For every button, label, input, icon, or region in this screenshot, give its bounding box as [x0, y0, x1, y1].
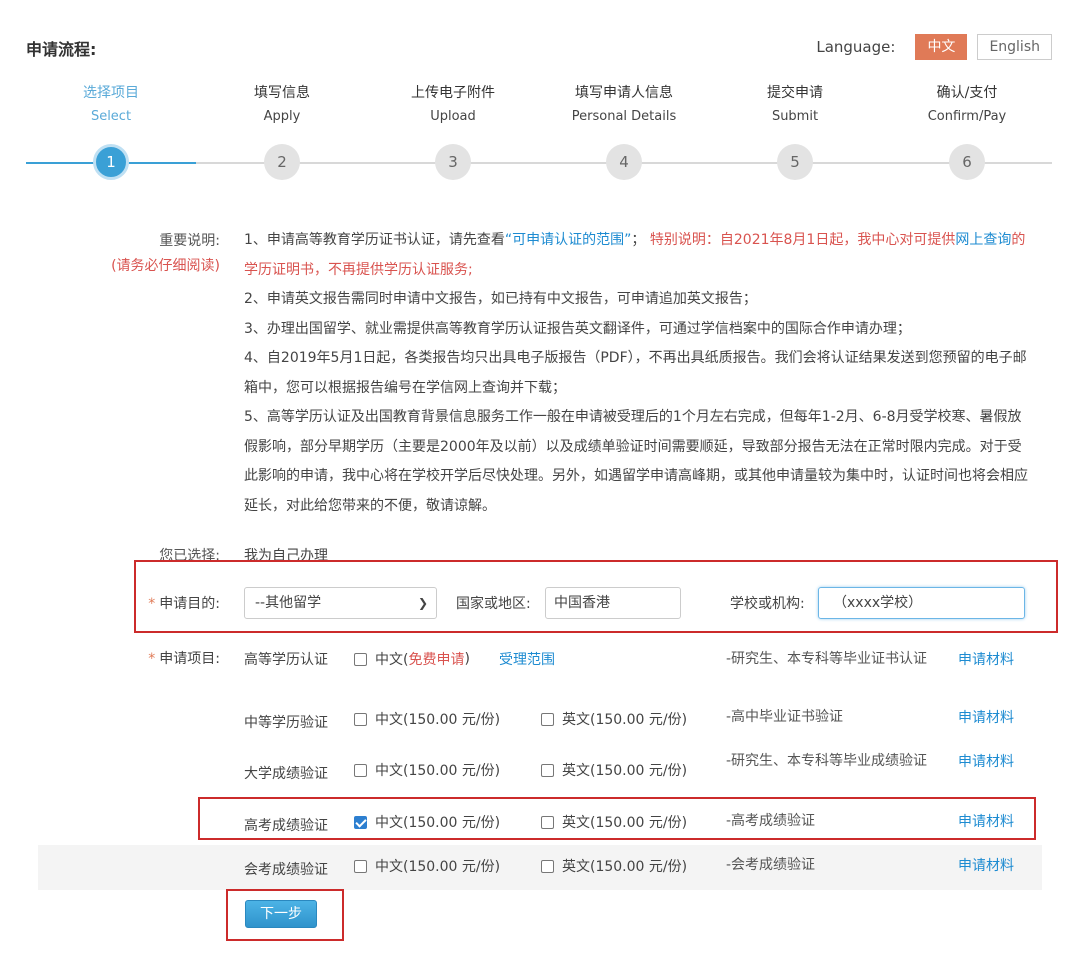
project-name: 中等学历验证: [244, 715, 328, 731]
next-step-button[interactable]: 下一步: [245, 900, 317, 928]
online-query-link[interactable]: 网上查询: [955, 232, 1011, 248]
page-title: 申请流程:: [26, 40, 97, 59]
progress-steps: 选择项目 Select 1 填写信息 Apply 2 上传电子附件 Upload…: [26, 82, 1052, 182]
checkbox[interactable]: [541, 859, 554, 873]
step-label-cn: 选择项目: [83, 85, 139, 101]
free-label: 免费申请: [408, 652, 465, 668]
note-1-text: 1、申请高等教育学历证书认证，请先查看: [244, 232, 505, 248]
cn-option[interactable]: 中文(免费申请): [354, 649, 470, 669]
step-label-cn: 上传电子附件: [411, 85, 495, 101]
lang-chinese-button[interactable]: 中文: [915, 34, 968, 60]
purpose-select-value: --其他留学: [255, 595, 322, 611]
step-label-en: Upload: [430, 109, 476, 124]
checkbox[interactable]: [354, 859, 367, 873]
project-name: 大学成绩验证: [244, 766, 328, 782]
step-label-en: Personal Details: [571, 109, 677, 124]
cn-label: 中文(150.00 元/份): [375, 763, 501, 779]
step-number: 6: [949, 144, 985, 180]
required-mark: *: [148, 596, 156, 612]
acceptance-scope-link[interactable]: 受理范围: [499, 649, 555, 669]
notes-label: 重要说明:: [159, 233, 220, 249]
step-label-en: Submit: [771, 109, 819, 124]
step-select: 选择项目 Select 1: [26, 82, 196, 180]
materials-link[interactable]: 申请材料: [958, 751, 1014, 771]
project-row-secondary-education: 中等学历验证 中文(150.00 元/份) 英文(150.00 元/份) -高中…: [38, 700, 1042, 748]
step-upload: 上传电子附件 Upload 3: [368, 82, 538, 180]
en-option[interactable]: 英文(150.00 元/份): [541, 760, 687, 780]
en-label: 英文(150.00 元/份): [562, 859, 688, 875]
cn-label: 中文(: [375, 652, 409, 668]
notes-sublabel: (请务必仔细阅读): [111, 258, 220, 274]
step-submit: 提交申请 Submit 5: [710, 82, 880, 180]
checkbox[interactable]: [541, 763, 554, 777]
step-number: 1: [93, 144, 129, 180]
project-row-university-transcript: 大学成绩验证 中文(150.00 元/份) 英文(150.00 元/份) -研究…: [38, 750, 1042, 800]
language-switcher: Language: 中文 English: [816, 34, 1052, 60]
special-note: 特别说明：自2021年8月1日起，我中心对可提供: [649, 232, 956, 248]
project-name: 会考成绩验证: [244, 862, 328, 878]
note-4: 4、自2019年5月1日起，各类报告均只出具电子版报告（PDF），不再出具纸质报…: [244, 350, 1027, 396]
step-number: 2: [264, 144, 300, 180]
project-description: -会考成绩验证: [726, 857, 816, 873]
checkbox[interactable]: [354, 763, 367, 777]
project-description: -研究生、本专科等毕业证书认证: [726, 651, 928, 667]
highlight-box-gaokao: [198, 797, 1036, 840]
cn-option[interactable]: 中文(150.00 元/份): [354, 709, 500, 729]
school-input[interactable]: （xxxx学校）: [818, 587, 1025, 619]
checkbox[interactable]: [354, 652, 367, 666]
chevron-down-icon: ❯: [417, 596, 428, 610]
cn-label: 中文(150.00 元/份): [375, 859, 501, 875]
checkbox[interactable]: [354, 712, 367, 726]
step-label-cn: 提交申请: [767, 85, 823, 101]
step-confirm-pay: 确认/支付 Confirm/Pay 6: [882, 82, 1052, 180]
en-label: 英文(150.00 元/份): [562, 763, 688, 779]
language-label: Language:: [816, 38, 896, 56]
project-name: 高等学历认证: [244, 652, 328, 668]
en-label: 英文(150.00 元/份): [562, 712, 688, 728]
en-option[interactable]: 英文(150.00 元/份): [541, 856, 687, 876]
purpose-label: * 申请目的:: [120, 593, 220, 613]
project-row-higher-education: 高等学历认证 中文(免费申请) 受理范围 -研究生、本专科等毕业证书认证 申请材…: [38, 640, 1042, 696]
region-label: 国家或地区:: [456, 596, 531, 612]
step-label-en: Select: [90, 109, 132, 124]
note-1-sep: ；: [631, 232, 646, 248]
purpose-label-text: 申请目的:: [159, 596, 220, 612]
step-apply: 填写信息 Apply 2: [197, 82, 367, 180]
step-personal-details: 填写申请人信息 Personal Details 4: [539, 82, 709, 180]
project-row-huikao-verification: 会考成绩验证 中文(150.00 元/份) 英文(150.00 元/份) -会考…: [38, 845, 1042, 890]
step-label-cn: 填写信息: [254, 85, 310, 101]
purpose-select[interactable]: --其他留学 ❯: [244, 587, 437, 619]
note-1: 1、申请高等教育学历证书认证，请先查看“可申请认证的范围”； 特别说明：自202…: [244, 226, 1034, 285]
important-notes: 1、申请高等教育学历证书认证，请先查看“可申请认证的范围”； 特别说明：自202…: [244, 226, 1034, 521]
en-option[interactable]: 英文(150.00 元/份): [541, 709, 687, 729]
materials-link[interactable]: 申请材料: [958, 649, 1014, 669]
step-number: 5: [777, 144, 813, 180]
step-label-cn: 填写申请人信息: [575, 85, 673, 101]
step-label-cn: 确认/支付: [936, 85, 998, 101]
step-label-en: Apply: [263, 109, 301, 124]
project-description: -高中毕业证书验证: [726, 709, 844, 725]
note-2: 2、申请英文报告需同时申请中文报告，如已持有中文报告，可申请追加英文报告；: [244, 291, 757, 307]
materials-link[interactable]: 申请材料: [958, 707, 1014, 727]
cn-label: 中文(150.00 元/份): [375, 712, 501, 728]
step-label-en: Confirm/Pay: [927, 109, 1007, 124]
school-label: 学校或机构:: [730, 596, 805, 612]
step-number: 4: [606, 144, 642, 180]
note-3: 3、办理出国留学、就业需提供高等教育学历认证报告英文翻译件，可通过学信档案中的国…: [244, 320, 911, 337]
cn-option[interactable]: 中文(150.00 元/份): [354, 760, 500, 780]
materials-link[interactable]: 申请材料: [958, 855, 1014, 875]
cn-label-end: ): [464, 651, 470, 667]
checkbox[interactable]: [541, 712, 554, 726]
scope-link[interactable]: “可申请认证的范围”: [505, 232, 632, 248]
header: 申请流程: Language: 中文 English: [26, 34, 1052, 62]
project-description: -研究生、本专科等毕业成绩验证: [726, 753, 928, 769]
region-input[interactable]: 中国香港: [545, 587, 681, 619]
lang-english-button[interactable]: English: [977, 34, 1052, 60]
cn-option[interactable]: 中文(150.00 元/份): [354, 856, 500, 876]
step-number: 3: [435, 144, 471, 180]
note-5: 5、高等学历认证及出国教育背景信息服务工作一般在申请被受理后的1个月左右完成，但…: [244, 409, 1028, 514]
